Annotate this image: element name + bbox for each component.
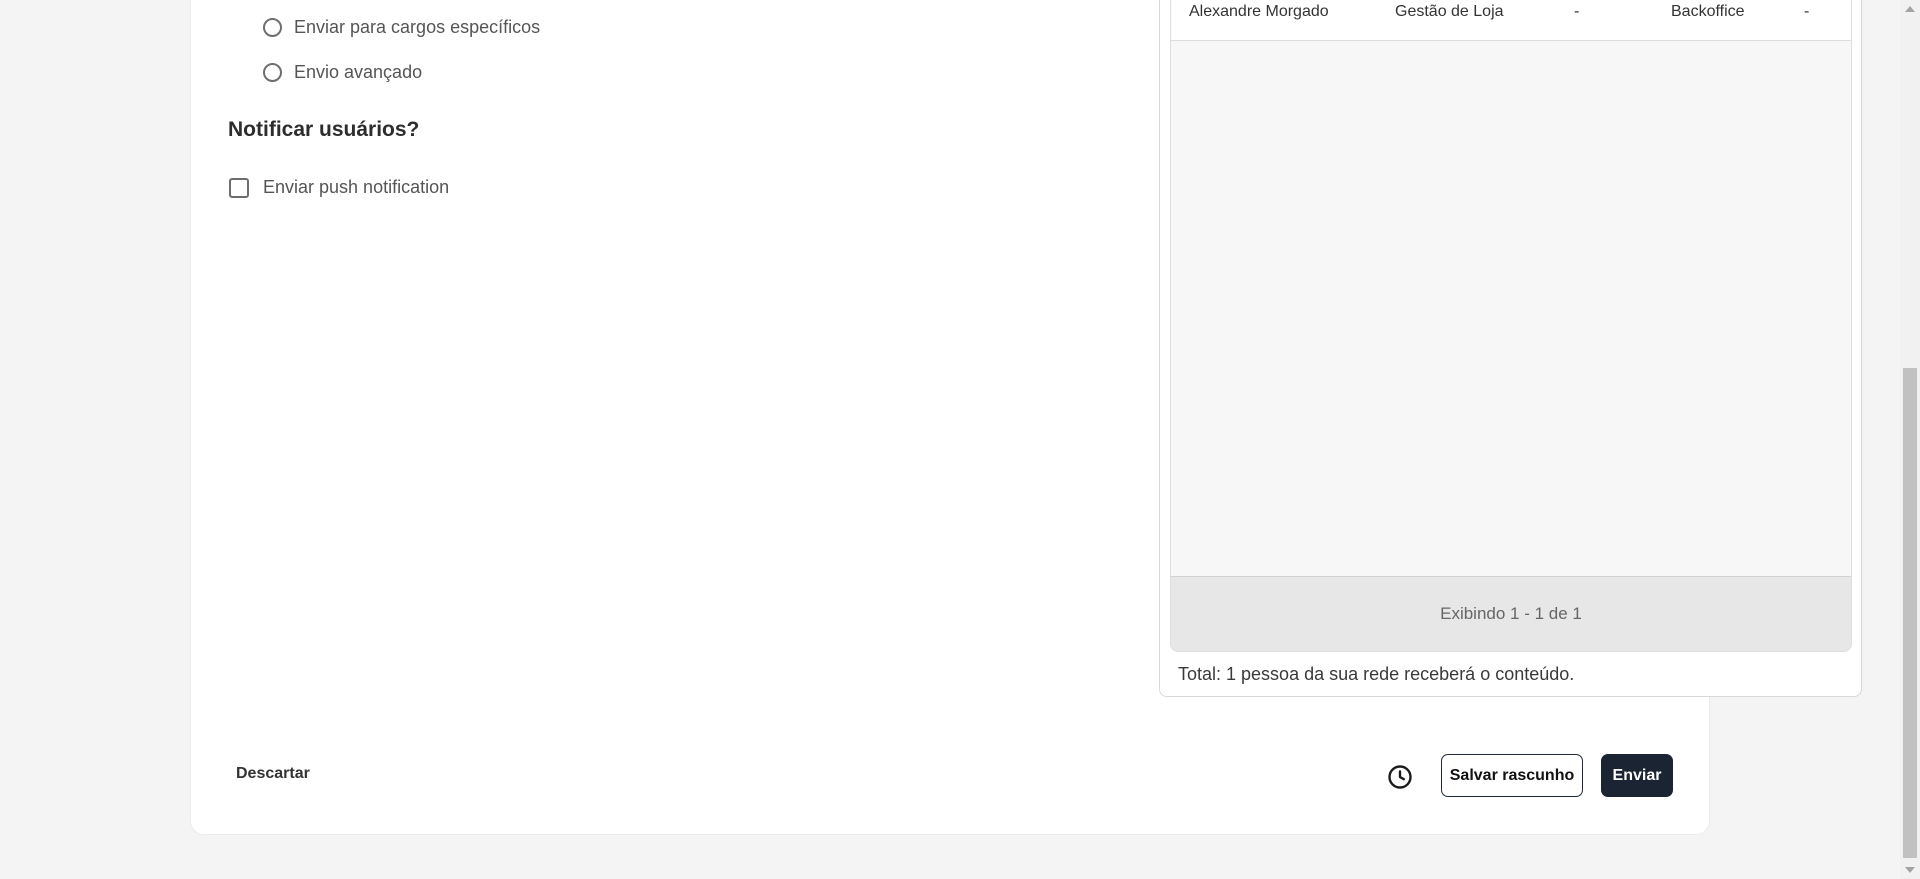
radio-button[interactable] (263, 18, 282, 37)
table-row: Alexandre Morgado Gestão de Loja - Backo… (1171, 0, 1851, 41)
push-notification-option[interactable]: Enviar push notification (229, 177, 449, 198)
recipients-panel: Alexandre Morgado Gestão de Loja - Backo… (1159, 0, 1862, 697)
schedule-button[interactable] (1385, 762, 1415, 792)
cell-field-5: - (1804, 3, 1810, 20)
save-draft-button[interactable]: Salvar rascunho (1441, 754, 1583, 797)
scrollbar-thumb[interactable] (1903, 368, 1917, 858)
total-recipients-text: Total: 1 pessoa da sua rede receberá o c… (1178, 664, 1575, 684)
radio-label: Envio avançado (294, 62, 423, 82)
radio-label: Enviar para cargos específicos (294, 17, 541, 37)
cell-role: Gestão de Loja (1395, 3, 1504, 20)
cell-field-3: - (1574, 3, 1580, 20)
recipients-table: Alexandre Morgado Gestão de Loja - Backo… (1170, 0, 1852, 652)
cell-department: Backoffice (1671, 3, 1745, 20)
pagination-info: Exibindo 1 - 1 de 1 (1171, 576, 1851, 651)
page-scrollbar[interactable] (1900, 0, 1920, 879)
clock-icon (1388, 765, 1412, 789)
scroll-up-arrow-icon[interactable] (1905, 6, 1915, 12)
radio-button[interactable] (263, 63, 282, 82)
discard-button[interactable]: Descartar (236, 765, 310, 783)
notify-users-heading: Notificar usuários? (228, 118, 420, 141)
scroll-down-arrow-icon[interactable] (1905, 867, 1915, 873)
cell-name: Alexandre Morgado (1189, 3, 1329, 20)
send-button[interactable]: Enviar (1601, 754, 1673, 797)
push-notification-label: Enviar push notification (263, 177, 450, 197)
push-notification-checkbox[interactable] (229, 177, 249, 198)
radio-advanced-send[interactable]: Envio avançado (263, 62, 422, 83)
form-card: Enviar para cargos específicos Envio ava… (190, 0, 1862, 835)
radio-specific-roles[interactable]: Enviar para cargos específicos (263, 17, 540, 38)
